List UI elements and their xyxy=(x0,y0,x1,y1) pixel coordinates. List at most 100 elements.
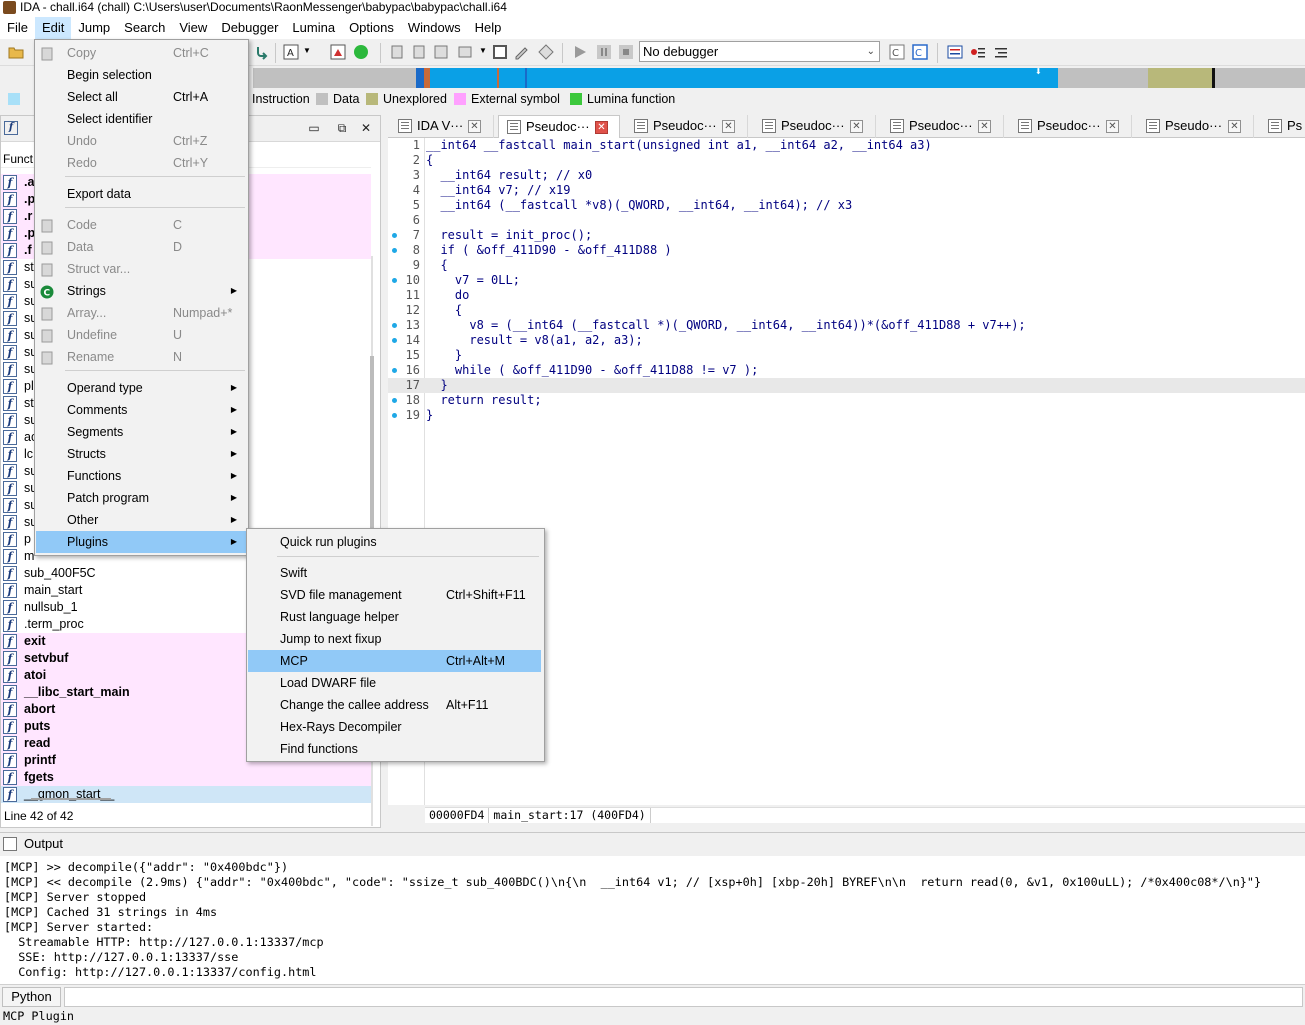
breakpoint-dot-icon[interactable] xyxy=(392,338,397,343)
tab-close-icon[interactable]: ✕ xyxy=(722,120,735,133)
code-line[interactable]: 2{ xyxy=(388,153,1305,168)
debugger-select[interactable]: No debugger ⌄ xyxy=(639,41,880,62)
tab-close-icon[interactable]: ✕ xyxy=(595,121,608,134)
breakpoint-dot-icon[interactable] xyxy=(392,233,397,238)
editor-tab[interactable]: Pseudoc··· ✕ xyxy=(1010,115,1132,138)
array-dropdown-icon[interactable]: ▼ xyxy=(479,46,487,55)
text-view-dropdown-icon[interactable]: ▼ xyxy=(303,46,311,55)
breakpoint-dot-icon[interactable] xyxy=(392,278,397,283)
menu-file[interactable]: File xyxy=(0,17,35,39)
edit-menu-comments[interactable]: Comments ▶ xyxy=(36,399,247,421)
edit-menu-strings[interactable]: C Strings ▶ xyxy=(36,280,247,302)
edit-menu-structs[interactable]: Structs ▶ xyxy=(36,443,247,465)
undefine-icon[interactable] xyxy=(492,44,508,60)
pause-icon[interactable] xyxy=(596,44,612,60)
tab-close-icon[interactable]: ✕ xyxy=(1228,120,1241,133)
green-circle-icon[interactable] xyxy=(353,44,369,60)
plugin-hex-rays-decompiler[interactable]: Hex-Rays Decompiler xyxy=(248,716,541,738)
diamond-icon[interactable] xyxy=(538,44,554,60)
close-icon[interactable]: ✕ xyxy=(359,121,373,135)
edit-menu-other[interactable]: Other ▶ xyxy=(36,509,247,531)
debug-options-icon[interactable]: C xyxy=(889,44,905,60)
output-log[interactable]: [MCP] >> decompile({"addr": "0x400bdc"})… xyxy=(0,856,1305,984)
plugin-find-functions[interactable]: Find functions xyxy=(248,738,541,760)
edit-menu-select-identifier[interactable]: Select identifier xyxy=(36,108,247,130)
rename-icon[interactable] xyxy=(514,44,530,60)
edit-menu-plugins[interactable]: Plugins ▶ xyxy=(36,531,247,553)
menu-edit[interactable]: Edit xyxy=(34,17,72,39)
edit-menu-begin-selection[interactable]: Begin selection xyxy=(36,64,247,86)
plugin-quick-run-plugins[interactable]: Quick run plugins xyxy=(248,531,541,553)
menu-windows[interactable]: Windows xyxy=(401,17,468,39)
struct-icon[interactable] xyxy=(433,44,449,60)
code-line[interactable]: 5 __int64 (__fastcall *v8)(_QWORD, __int… xyxy=(388,198,1305,213)
plugin-svd-file-management[interactable]: SVD file management Ctrl+Shift+F11 xyxy=(248,584,541,606)
graph-red-icon[interactable] xyxy=(330,44,346,60)
menu-debugger[interactable]: Debugger xyxy=(214,17,285,39)
plugin-rust-language-helper[interactable]: Rust language helper xyxy=(248,606,541,628)
breakpoint-dot-icon[interactable] xyxy=(392,413,397,418)
code-line[interactable]: 14 result = v8(a1, a2, a3); xyxy=(388,333,1305,348)
edit-menu-operand-type[interactable]: Operand type ▶ xyxy=(36,377,247,399)
plugin-change-the-callee-address[interactable]: Change the callee address Alt+F11 xyxy=(248,694,541,716)
navigation-band[interactable]: ⬇ xyxy=(253,68,1305,88)
breakpoint-dot-icon[interactable] xyxy=(392,398,397,403)
code-icon[interactable] xyxy=(389,44,405,60)
code-line[interactable]: 3 __int64 result; // x0 xyxy=(388,168,1305,183)
menu-options[interactable]: Options xyxy=(342,17,401,39)
menu-help[interactable]: Help xyxy=(468,17,509,39)
code-line[interactable]: 10 v7 = 0LL; xyxy=(388,273,1305,288)
edit-menu-segments[interactable]: Segments ▶ xyxy=(36,421,247,443)
breakpoint-dot-icon[interactable] xyxy=(392,323,397,328)
editor-tab[interactable]: Ps xyxy=(1260,115,1305,138)
text-view-icon[interactable]: A xyxy=(283,44,299,60)
code-line[interactable]: 18 return result; xyxy=(388,393,1305,408)
editor-tab[interactable]: Pseudo··· ✕ xyxy=(1138,115,1254,138)
tab-close-icon[interactable]: ✕ xyxy=(1106,120,1119,133)
code-line[interactable]: 15 } xyxy=(388,348,1305,363)
debug-attach-icon[interactable]: C xyxy=(912,44,928,60)
code-line[interactable]: 4 __int64 v7; // x19 xyxy=(388,183,1305,198)
edit-menu-select-all[interactable]: Select all Ctrl+A xyxy=(36,86,247,108)
edit-menu-patch-program[interactable]: Patch program ▶ xyxy=(36,487,247,509)
plugin-jump-to-next-fixup[interactable]: Jump to next fixup xyxy=(248,628,541,650)
array-icon[interactable] xyxy=(457,44,473,60)
editor-tab[interactable]: Pseudoc··· ✕ xyxy=(754,115,876,138)
editor-tab[interactable]: Pseudoc··· ✕ xyxy=(498,115,620,138)
edit-menu-functions[interactable]: Functions ▶ xyxy=(36,465,247,487)
cli-language-button[interactable]: Python xyxy=(2,987,61,1007)
editor-tab[interactable]: Pseudoc··· ✕ xyxy=(882,115,1004,138)
code-line[interactable]: 7 result = init_proc(); xyxy=(388,228,1305,243)
tab-close-icon[interactable]: ✕ xyxy=(468,120,481,133)
trace-list-icon[interactable] xyxy=(993,44,1009,60)
code-line[interactable]: 1 __int64 __fastcall main_start(unsigned … xyxy=(388,138,1305,153)
code-line[interactable]: 12 { xyxy=(388,303,1305,318)
tab-close-icon[interactable]: ✕ xyxy=(850,120,863,133)
list-icon[interactable] xyxy=(947,44,963,60)
code-line[interactable]: 9 { xyxy=(388,258,1305,273)
play-icon[interactable] xyxy=(572,44,588,60)
functions-horizontal-scrollbar[interactable] xyxy=(31,798,111,800)
code-line[interactable]: 13 v8 = (__int64 (__fastcall *)(_QWORD, … xyxy=(388,318,1305,333)
function-row[interactable]: f fgets xyxy=(1,769,371,786)
editor-tab[interactable]: IDA V··· ✕ xyxy=(390,115,494,138)
breakpoint-dot-icon[interactable] xyxy=(392,248,397,253)
restore-icon[interactable]: ⧉ xyxy=(335,121,349,135)
code-line[interactable]: 16 while ( &off_411D90 - &off_411D88 != … xyxy=(388,363,1305,378)
breakpoint-dot-icon[interactable] xyxy=(392,368,397,373)
edit-menu-export-data[interactable]: Export data xyxy=(36,183,247,205)
menu-jump[interactable]: Jump xyxy=(71,17,117,39)
editor-tab[interactable]: Pseudoc··· ✕ xyxy=(626,115,748,138)
maximize-icon[interactable]: ▭ xyxy=(307,121,321,135)
stop-icon[interactable] xyxy=(618,44,634,60)
code-line[interactable]: 11 do xyxy=(388,288,1305,303)
plugin-swift[interactable]: Swift xyxy=(248,562,541,584)
data-icon[interactable] xyxy=(411,44,427,60)
function-row[interactable]: f __gmon_start__ xyxy=(1,786,371,803)
plugin-load-dwarf-file[interactable]: Load DWARF file xyxy=(248,672,541,694)
code-line[interactable]: 17 } xyxy=(388,378,1305,393)
menu-view[interactable]: View xyxy=(172,17,214,39)
breakpoint-list-icon[interactable] xyxy=(970,44,986,60)
menu-search[interactable]: Search xyxy=(117,17,172,39)
open-folder-icon[interactable] xyxy=(8,44,24,60)
